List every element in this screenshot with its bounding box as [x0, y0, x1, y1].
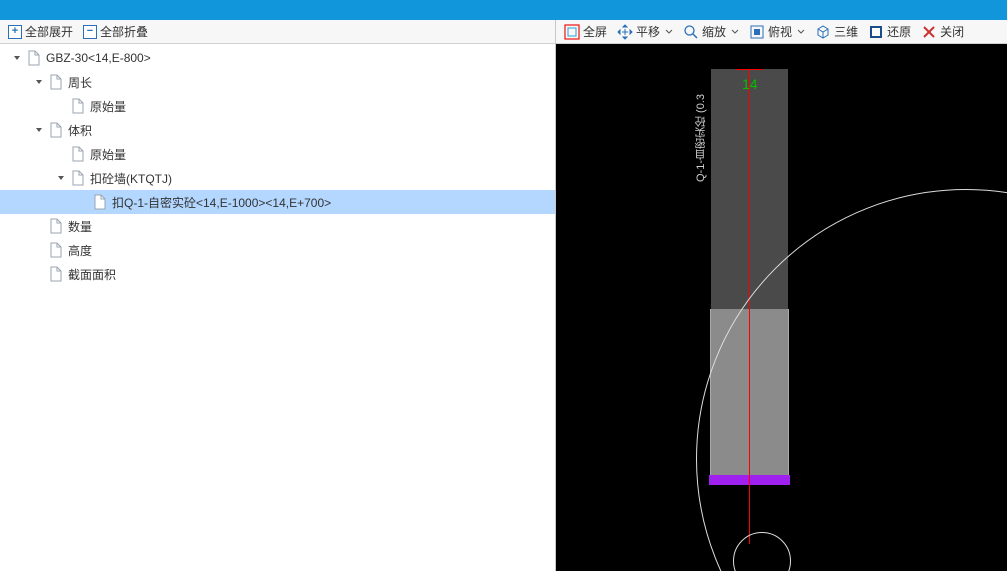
tree-node-label: 周长 — [68, 74, 92, 91]
look-at-label: 俯视 — [768, 23, 792, 40]
fullscreen-button[interactable]: 全屏 — [560, 22, 611, 41]
three-d-label: 三维 — [834, 23, 858, 40]
tree-node-gaodu[interactable]: 高度 — [0, 238, 555, 262]
close-button[interactable]: 关闭 — [917, 22, 968, 41]
left-panel: + 全部展开 − 全部折叠 GBZ-30<14,E-800>周长原始量体积原始量… — [0, 20, 556, 571]
tree-node-root[interactable]: GBZ-30<14,E-800> — [0, 46, 555, 70]
close-icon — [921, 24, 937, 40]
restore-icon — [868, 24, 884, 40]
collapse-icon[interactable] — [8, 49, 26, 67]
tree-node-label: GBZ-30<14,E-800> — [46, 51, 151, 65]
tree-node-label: 截面面积 — [68, 266, 116, 283]
tree-view[interactable]: GBZ-30<14,E-800>周长原始量体积原始量扣砼墙(KTQTJ)扣Q-1… — [0, 44, 555, 571]
tree-node-tiji[interactable]: 体积 — [0, 118, 555, 142]
expand-all-button[interactable]: + 全部展开 — [4, 22, 77, 41]
collapse-icon[interactable] — [52, 169, 70, 187]
tree-node-label: 数量 — [68, 218, 92, 235]
tree-node-label: 原始量 — [90, 146, 126, 163]
file-icon — [26, 50, 42, 66]
close-label: 关闭 — [940, 23, 964, 40]
tree-node-zhouchang[interactable]: 周长 — [0, 70, 555, 94]
tree-node-label: 原始量 — [90, 98, 126, 115]
fullscreen-icon — [564, 24, 580, 40]
viewport-3d[interactable]: 14 Q-1-自密实砼 (0.3 — [556, 44, 1007, 571]
plus-icon: + — [8, 25, 22, 39]
three-d-button[interactable]: 三维 — [811, 22, 862, 41]
tree-node-label: 体积 — [68, 122, 92, 139]
file-icon — [70, 146, 86, 162]
tree-node-shuliang[interactable]: 数量 — [0, 214, 555, 238]
cube-icon — [815, 24, 831, 40]
right-toolbar: 全屏 平移 缩放 — [556, 20, 1007, 44]
collapse-icon[interactable] — [30, 121, 48, 139]
tree-node-leaf-sel[interactable]: 扣Q-1-自密实砼<14,E-1000><14,E+700> — [0, 190, 555, 214]
file-icon — [92, 194, 108, 210]
tree-node-tj-yuanshiliang[interactable]: 原始量 — [0, 142, 555, 166]
tree-node-label: 高度 — [68, 242, 92, 259]
look-at-button[interactable]: 俯视 — [745, 22, 809, 41]
expand-all-label: 全部展开 — [25, 23, 73, 40]
restore-button[interactable]: 还原 — [864, 22, 915, 41]
tree-node-label: 扣砼墙(KTQTJ) — [90, 170, 172, 187]
tree-node-ktqtj[interactable]: 扣砼墙(KTQTJ) — [0, 166, 555, 190]
file-icon — [48, 266, 64, 282]
look-at-icon — [749, 24, 765, 40]
title-bar — [0, 0, 1007, 20]
collapse-all-label: 全部折叠 — [100, 23, 148, 40]
file-icon — [48, 218, 64, 234]
file-icon — [70, 170, 86, 186]
chevron-down-icon — [797, 25, 805, 39]
chevron-down-icon — [731, 25, 739, 39]
side-label: Q-1-自密实砼 (0.3 — [693, 94, 709, 182]
restore-label: 还原 — [887, 23, 911, 40]
zoom-button[interactable]: 缩放 — [679, 22, 743, 41]
chevron-down-icon — [665, 25, 673, 39]
zoom-label: 缩放 — [702, 23, 726, 40]
tree-node-zc-yuanshiliang[interactable]: 原始量 — [0, 94, 555, 118]
axis-label: 14 — [742, 76, 758, 92]
file-icon — [48, 74, 64, 90]
collapse-icon[interactable] — [30, 73, 48, 91]
right-panel: 全屏 平移 缩放 — [556, 20, 1007, 571]
tree-node-jiemian[interactable]: 截面面积 — [0, 262, 555, 286]
minus-icon: − — [83, 25, 97, 39]
pan-label: 平移 — [636, 23, 660, 40]
left-toolbar: + 全部展开 − 全部折叠 — [0, 20, 555, 44]
collapse-all-button[interactable]: − 全部折叠 — [79, 22, 152, 41]
pan-icon — [617, 24, 633, 40]
file-icon — [48, 122, 64, 138]
file-icon — [70, 98, 86, 114]
pan-button[interactable]: 平移 — [613, 22, 677, 41]
fullscreen-label: 全屏 — [583, 23, 607, 40]
tree-node-label: 扣Q-1-自密实砼<14,E-1000><14,E+700> — [112, 194, 331, 211]
zoom-icon — [683, 24, 699, 40]
file-icon — [48, 242, 64, 258]
axis-tick — [736, 69, 763, 70]
